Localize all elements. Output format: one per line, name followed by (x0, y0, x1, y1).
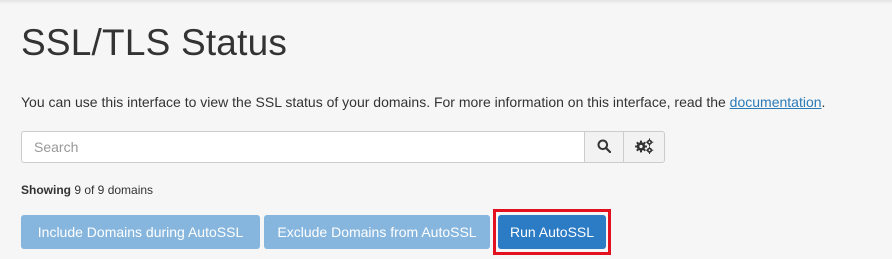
showing-count: 9 of 9 domains (71, 183, 154, 197)
intro-paragraph: You can use this interface to view the S… (21, 94, 825, 110)
gears-icon (634, 137, 654, 157)
page-title: SSL/TLS Status (21, 22, 288, 63)
search-button[interactable] (584, 131, 625, 163)
search-icon (597, 139, 612, 156)
showing-label: Showing (21, 183, 71, 197)
domain-count: Showing 9 of 9 domains (21, 183, 153, 197)
exclude-domains-button[interactable]: Exclude Domains from AutoSSL (264, 215, 490, 249)
include-domains-button[interactable]: Include Domains during AutoSSL (21, 215, 260, 249)
run-autossl-button[interactable]: Run AutoSSL (498, 215, 606, 249)
intro-suffix: . (821, 94, 826, 110)
settings-button[interactable] (624, 131, 665, 163)
top-shadow (0, 0, 892, 4)
intro-text: You can use this interface to view the S… (21, 94, 730, 110)
search-group (21, 131, 665, 163)
documentation-link[interactable]: documentation (730, 94, 822, 110)
search-input[interactable] (21, 131, 585, 163)
